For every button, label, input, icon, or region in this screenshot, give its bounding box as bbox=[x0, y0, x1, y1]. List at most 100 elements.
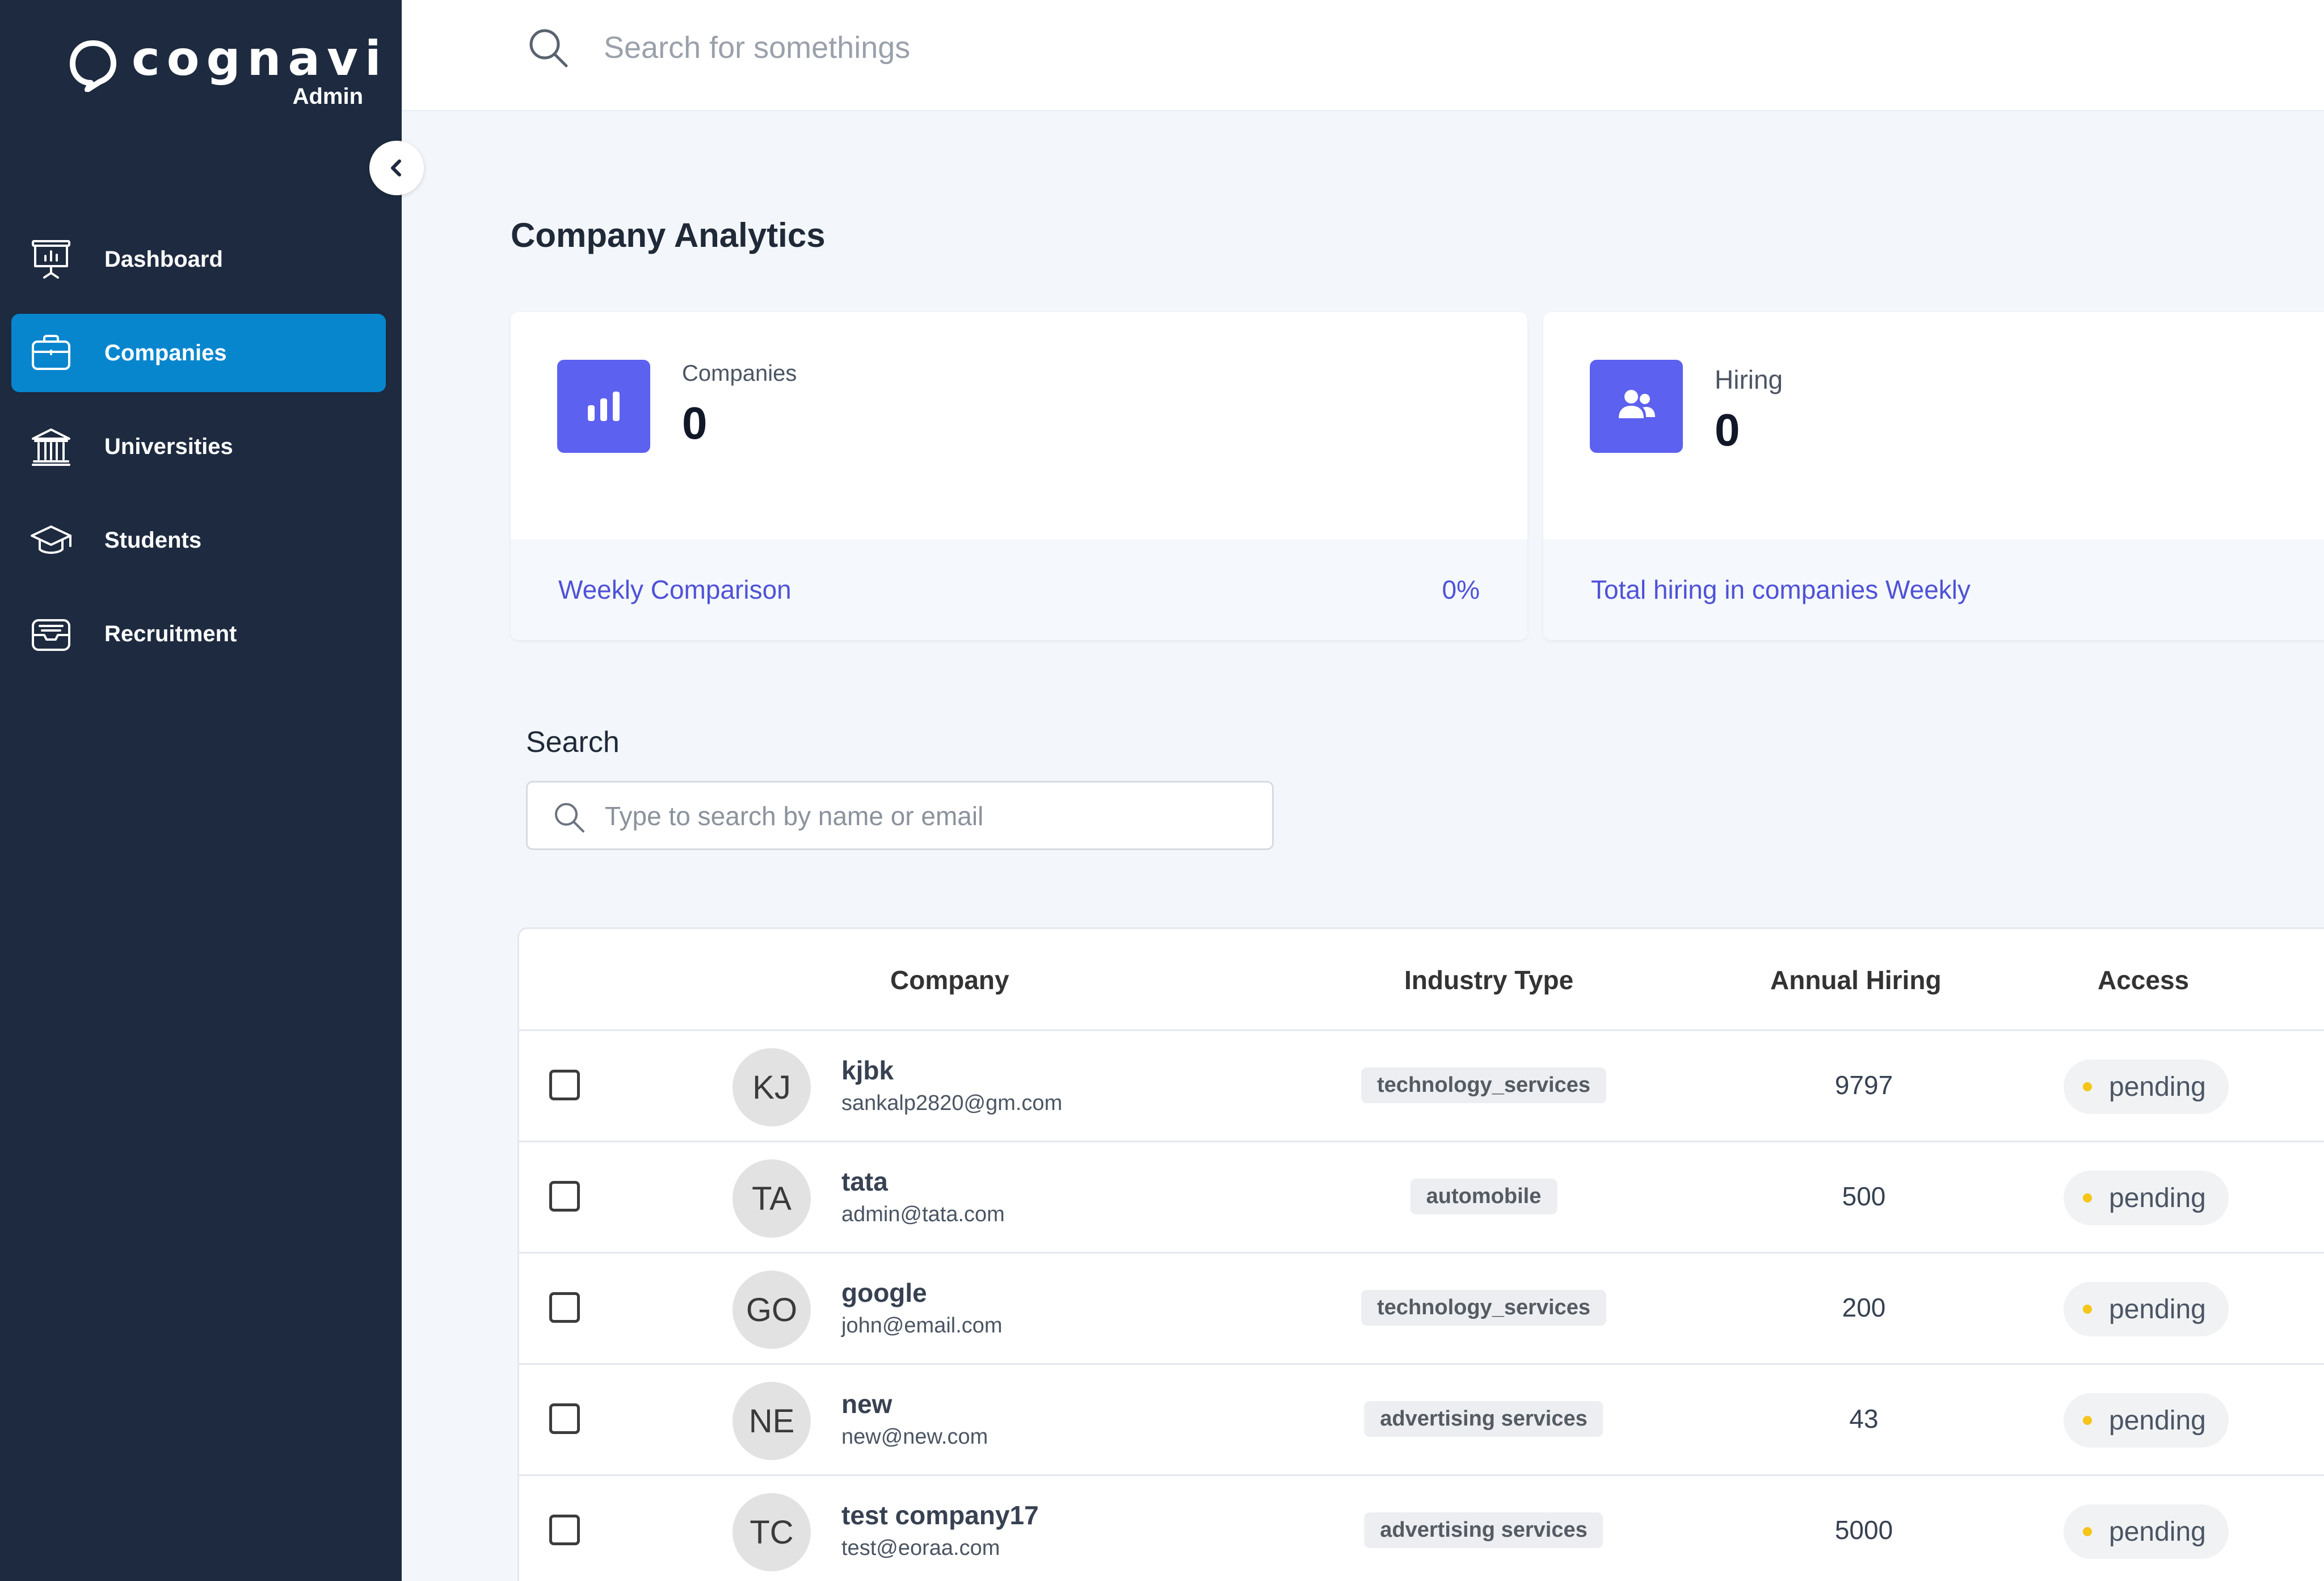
institution-icon bbox=[32, 428, 70, 466]
company-name: new bbox=[841, 1389, 892, 1419]
graduation-cap-icon bbox=[31, 525, 71, 554]
industry-badge: automobile bbox=[1410, 1179, 1557, 1214]
company-name: tata bbox=[841, 1167, 888, 1196]
avatar: KJ bbox=[732, 1048, 811, 1126]
column-header-access[interactable]: Access bbox=[2098, 929, 2189, 1031]
avatar: NE bbox=[732, 1382, 811, 1460]
company-name: kjbk bbox=[841, 1056, 894, 1085]
annual-hiring-value: 9797 bbox=[1834, 1070, 1893, 1100]
company-name: google bbox=[841, 1278, 927, 1307]
global-search-input[interactable] bbox=[604, 24, 1455, 72]
briefcase-icon bbox=[32, 335, 70, 370]
row-select-checkbox[interactable] bbox=[549, 1181, 580, 1212]
page-title: Company Analytics bbox=[511, 216, 826, 254]
access-status-label: pending bbox=[2109, 1405, 2206, 1436]
company-search-box bbox=[526, 781, 1274, 850]
sidebar-item-students[interactable]: Students bbox=[11, 501, 386, 579]
column-header-company[interactable]: Company bbox=[890, 929, 1009, 1031]
cognavi-logo-icon bbox=[70, 40, 116, 92]
collapse-sidebar-button[interactable] bbox=[369, 141, 424, 195]
stat-value: 0 bbox=[682, 398, 708, 448]
row-select-checkbox[interactable] bbox=[549, 1515, 580, 1545]
access-status-label: pending bbox=[2109, 1183, 2206, 1213]
access-status-badge: pending bbox=[2064, 1282, 2229, 1336]
table-row[interactable]: TC test company17 test@eoraa.com adverti… bbox=[519, 1476, 2324, 1581]
sidebar-item-label: Universities bbox=[104, 434, 233, 459]
hiring-card-icon-box bbox=[1590, 360, 1683, 453]
table-row[interactable]: TA tata admin@tata.com automobile 500 pe… bbox=[519, 1142, 2324, 1254]
access-status-label: pending bbox=[2109, 1071, 2206, 1102]
search-icon bbox=[529, 29, 568, 68]
sidebar-item-label: Dashboard bbox=[104, 246, 223, 272]
row-select-checkbox[interactable] bbox=[549, 1292, 580, 1323]
status-dot-icon bbox=[2083, 1305, 2092, 1314]
status-dot-icon bbox=[2083, 1416, 2092, 1425]
search-icon bbox=[555, 803, 584, 832]
stat-value: 0 bbox=[1715, 405, 1740, 455]
table-row[interactable]: NE new new@new.com advertising services … bbox=[519, 1365, 2324, 1476]
industry-badge: advertising services bbox=[1364, 1401, 1603, 1437]
sidebar-item-recruitment[interactable]: Recruitment bbox=[11, 595, 386, 673]
annual-hiring-value: 500 bbox=[1842, 1181, 1886, 1211]
weekly-comparison-link[interactable]: Weekly Comparison bbox=[558, 574, 791, 605]
sidebar: cognavi Admin Dashboard Companies Univer… bbox=[0, 0, 402, 1581]
access-status-badge: pending bbox=[2064, 1059, 2229, 1114]
annual-hiring-value: 200 bbox=[1842, 1293, 1886, 1322]
access-status-label: pending bbox=[2109, 1516, 2206, 1547]
stat-card-footer: Weekly Comparison 0% bbox=[511, 539, 1527, 640]
row-select-checkbox[interactable] bbox=[549, 1403, 580, 1434]
company-email: admin@tata.com bbox=[841, 1202, 1005, 1226]
stat-label: Companies bbox=[682, 361, 797, 386]
company-email: john@email.com bbox=[841, 1314, 1003, 1338]
company-name: test company17 bbox=[841, 1500, 1039, 1530]
sidebar-item-universities[interactable]: Universities bbox=[11, 407, 386, 486]
total-hiring-weekly-link[interactable]: Total hiring in companies Weekly bbox=[1591, 574, 1971, 605]
annual-hiring-value: 5000 bbox=[1834, 1515, 1893, 1545]
brand-name: cognavi bbox=[132, 31, 388, 86]
avatar: GO bbox=[732, 1271, 811, 1349]
row-select-checkbox[interactable] bbox=[549, 1070, 580, 1100]
avatar: TA bbox=[732, 1159, 811, 1238]
industry-badge: technology_services bbox=[1361, 1067, 1606, 1103]
users-icon bbox=[1619, 390, 1655, 418]
sidebar-item-label: Companies bbox=[104, 340, 227, 365]
sidebar-item-companies[interactable]: Companies bbox=[11, 314, 386, 392]
status-dot-icon bbox=[2083, 1527, 2092, 1536]
top-bar bbox=[402, 0, 2324, 111]
table-row[interactable]: GO google john@email.com technology_serv… bbox=[519, 1254, 2324, 1365]
hiring-stat-card: Hiring 0 Total hiring in companies Weekl… bbox=[1543, 312, 2324, 640]
sidebar-item-label: Recruitment bbox=[104, 621, 237, 646]
companies-stat-card: Companies 0 Weekly Comparison 0% bbox=[511, 312, 1527, 640]
column-header-annual-hiring[interactable]: Annual Hiring bbox=[1770, 929, 1942, 1031]
table-header: Company Industry Type Annual Hiring Acce… bbox=[519, 929, 2324, 1031]
brand[interactable]: cognavi Admin bbox=[68, 31, 381, 116]
company-email: test@eoraa.com bbox=[841, 1536, 1000, 1560]
search-label: Search bbox=[526, 726, 620, 759]
inbox-tray-icon bbox=[32, 619, 70, 651]
companies-table: Company Industry Type Annual Hiring Acce… bbox=[517, 927, 2324, 1581]
bar-chart-icon bbox=[588, 392, 620, 421]
brand-subtitle: Admin bbox=[292, 84, 363, 109]
industry-badge: advertising services bbox=[1364, 1512, 1603, 1548]
stat-label: Hiring bbox=[1715, 365, 1783, 394]
weekly-comparison-percent: 0% bbox=[1442, 575, 1480, 604]
presentation-chart-icon bbox=[32, 240, 70, 279]
access-status-label: pending bbox=[2109, 1294, 2206, 1324]
avatar: TC bbox=[732, 1493, 811, 1571]
industry-badge: technology_services bbox=[1361, 1290, 1606, 1326]
access-status-badge: pending bbox=[2064, 1393, 2229, 1448]
access-status-badge: pending bbox=[2064, 1504, 2229, 1559]
chevron-left-icon bbox=[391, 159, 401, 176]
access-status-badge: pending bbox=[2064, 1171, 2229, 1225]
annual-hiring-value: 43 bbox=[1849, 1404, 1879, 1433]
companies-card-icon-box bbox=[557, 360, 650, 453]
column-header-industry-type[interactable]: Industry Type bbox=[1404, 929, 1573, 1031]
company-search-input[interactable] bbox=[605, 794, 1257, 838]
sidebar-nav: Dashboard Companies Universities Student… bbox=[11, 220, 386, 688]
status-dot-icon bbox=[2083, 1193, 2092, 1202]
table-row[interactable]: KJ kjbk sankalp2820@gm.com technology_se… bbox=[519, 1031, 2324, 1142]
sidebar-item-dashboard[interactable]: Dashboard bbox=[11, 220, 386, 298]
sidebar-item-label: Students bbox=[104, 527, 202, 553]
company-email: sankalp2820@gm.com bbox=[841, 1091, 1063, 1115]
company-email: new@new.com bbox=[841, 1425, 988, 1449]
